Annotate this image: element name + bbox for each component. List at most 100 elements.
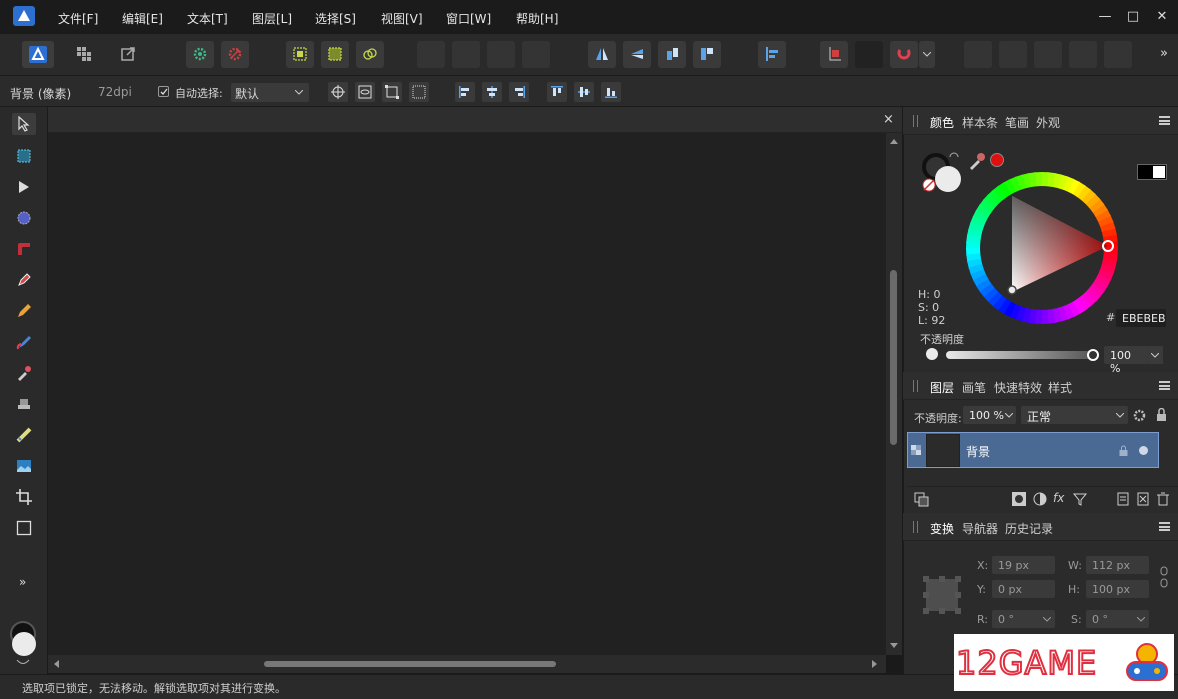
panel-grip-icon[interactable] xyxy=(913,115,918,127)
liquify-persona-button[interactable] xyxy=(70,41,98,68)
menu-text[interactable]: 文本[T] xyxy=(187,10,228,27)
tab-quick-fx[interactable]: 快速特效 xyxy=(994,379,1042,396)
menu-file[interactable]: 文件[F] xyxy=(58,10,98,27)
flood-select-tool[interactable] xyxy=(12,238,36,260)
layer-settings-icon[interactable] xyxy=(1133,409,1146,422)
extra-button-4[interactable] xyxy=(1069,41,1097,68)
rotate-right-button[interactable] xyxy=(693,41,721,68)
align-right-button[interactable] xyxy=(509,82,529,102)
retouch-tool[interactable] xyxy=(12,424,36,446)
selection-brush-tool[interactable] xyxy=(12,207,36,229)
white-swatch[interactable] xyxy=(1153,166,1165,178)
bw-swatch[interactable] xyxy=(1137,164,1167,180)
rotate-left-button[interactable] xyxy=(658,41,686,68)
transform-origin-button[interactable] xyxy=(328,82,348,102)
arrange-button-3[interactable] xyxy=(487,41,515,68)
pen-tool[interactable] xyxy=(12,269,36,291)
clone-tool[interactable] xyxy=(12,393,36,415)
opacity-slider[interactable] xyxy=(946,351,1094,359)
hex-input[interactable]: EBEBEB xyxy=(1116,309,1166,327)
export-persona-button[interactable] xyxy=(114,41,142,68)
tab-history[interactable]: 历史记录 xyxy=(1005,520,1053,537)
anchor-grid-icon[interactable] xyxy=(923,576,961,614)
flip-horizontal-button[interactable] xyxy=(588,41,616,68)
align-left-button[interactable] xyxy=(455,82,475,102)
tab-transform[interactable]: 变换 xyxy=(930,520,954,537)
crop-tool[interactable] xyxy=(12,486,36,508)
move-tool[interactable] xyxy=(12,113,36,135)
shear-input[interactable]: 0 ° xyxy=(1086,610,1149,628)
rotation-input[interactable]: 0 ° xyxy=(992,610,1055,628)
x-input[interactable]: 19 px xyxy=(992,556,1055,574)
swap-icon[interactable] xyxy=(949,152,959,162)
magnet-button[interactable] xyxy=(890,41,918,68)
panel-grip-icon[interactable] xyxy=(913,521,918,533)
menu-window[interactable]: 窗口[W] xyxy=(446,10,491,27)
select-all-button[interactable] xyxy=(286,41,314,68)
layer-pages-icon[interactable] xyxy=(914,492,929,507)
lock-icon[interactable] xyxy=(1156,408,1167,422)
align-bottom-button[interactable] xyxy=(601,82,621,102)
panel-menu-icon[interactable] xyxy=(1159,522,1170,531)
new-layer-icon[interactable] xyxy=(1117,492,1129,506)
bounding-box-button[interactable] xyxy=(382,82,402,102)
auto-select-dropdown[interactable]: 默认 xyxy=(231,83,309,102)
tools-expand-button[interactable]: » xyxy=(19,575,26,589)
paint-brush-tool[interactable] xyxy=(12,331,36,353)
arrange-button-2[interactable] xyxy=(452,41,480,68)
deselect-button[interactable] xyxy=(321,41,349,68)
auto-select-checkbox[interactable] xyxy=(158,86,169,97)
color-picker-icon[interactable] xyxy=(968,152,986,170)
extra-button-2[interactable] xyxy=(999,41,1027,68)
alignment-handles-button[interactable] xyxy=(409,82,429,102)
layer-lock-icon[interactable] xyxy=(1119,445,1128,456)
pencil-tool[interactable] xyxy=(12,300,36,322)
panel-menu-icon[interactable] xyxy=(1159,116,1170,125)
layer-visibility-dot[interactable] xyxy=(1139,446,1148,455)
w-input[interactable]: 112 px xyxy=(1086,556,1149,574)
tab-color[interactable]: 颜色 xyxy=(930,114,954,131)
color-wheel[interactable] xyxy=(966,172,1118,324)
settings-red-button[interactable] xyxy=(221,41,249,68)
tab-layers[interactable]: 图层 xyxy=(930,379,954,396)
layer-row[interactable]: 背景 xyxy=(907,432,1159,468)
trash-icon[interactable] xyxy=(1157,492,1169,506)
maximize-button[interactable]: □ xyxy=(1124,8,1142,26)
tab-styles[interactable]: 样式 xyxy=(1048,379,1072,396)
node-tool[interactable] xyxy=(12,176,36,198)
extra-button-3[interactable] xyxy=(1034,41,1062,68)
flip-vertical-button[interactable] xyxy=(623,41,651,68)
show-bounding-button[interactable] xyxy=(355,82,375,102)
panel-grip-icon[interactable] xyxy=(913,380,918,392)
align-center-button[interactable] xyxy=(482,82,502,102)
saturation-handle[interactable] xyxy=(1007,285,1017,295)
menu-edit[interactable]: 编辑[E] xyxy=(122,10,163,27)
y-input[interactable]: 0 px xyxy=(992,580,1055,598)
opacity-dropdown[interactable] xyxy=(1148,346,1163,364)
live-filter-icon[interactable] xyxy=(1073,492,1087,506)
align-middle-button[interactable] xyxy=(574,82,594,102)
rectangle-tool[interactable] xyxy=(12,517,36,539)
snapping-button[interactable] xyxy=(820,41,848,68)
extra-button-5[interactable] xyxy=(1104,41,1132,68)
align-top-button[interactable] xyxy=(547,82,567,102)
invert-selection-button[interactable] xyxy=(356,41,384,68)
fx-icon[interactable]: fx xyxy=(1053,491,1064,505)
fill-color-swatch[interactable] xyxy=(12,632,36,656)
align-button[interactable] xyxy=(758,41,786,68)
artboard-tool[interactable] xyxy=(12,145,36,167)
extra-button-1[interactable] xyxy=(964,41,992,68)
snapping-options-button[interactable] xyxy=(855,41,883,68)
h-input[interactable]: 100 px xyxy=(1086,580,1149,598)
menu-layer[interactable]: 图层[L] xyxy=(252,10,292,27)
group-layer-icon[interactable] xyxy=(1137,492,1149,506)
tab-appearance[interactable]: 外观 xyxy=(1036,114,1060,131)
close-document-button[interactable]: × xyxy=(883,112,894,127)
magnet-dropdown-button[interactable] xyxy=(919,41,935,68)
color-picker-tool[interactable] xyxy=(12,362,36,384)
close-window-button[interactable]: ✕ xyxy=(1153,8,1171,26)
blend-mode-dropdown[interactable]: 正常 xyxy=(1021,406,1128,424)
link-icon[interactable] xyxy=(1159,566,1169,588)
panel-menu-icon[interactable] xyxy=(1159,381,1170,390)
layer-opacity-input[interactable]: 100 % xyxy=(963,406,1016,424)
